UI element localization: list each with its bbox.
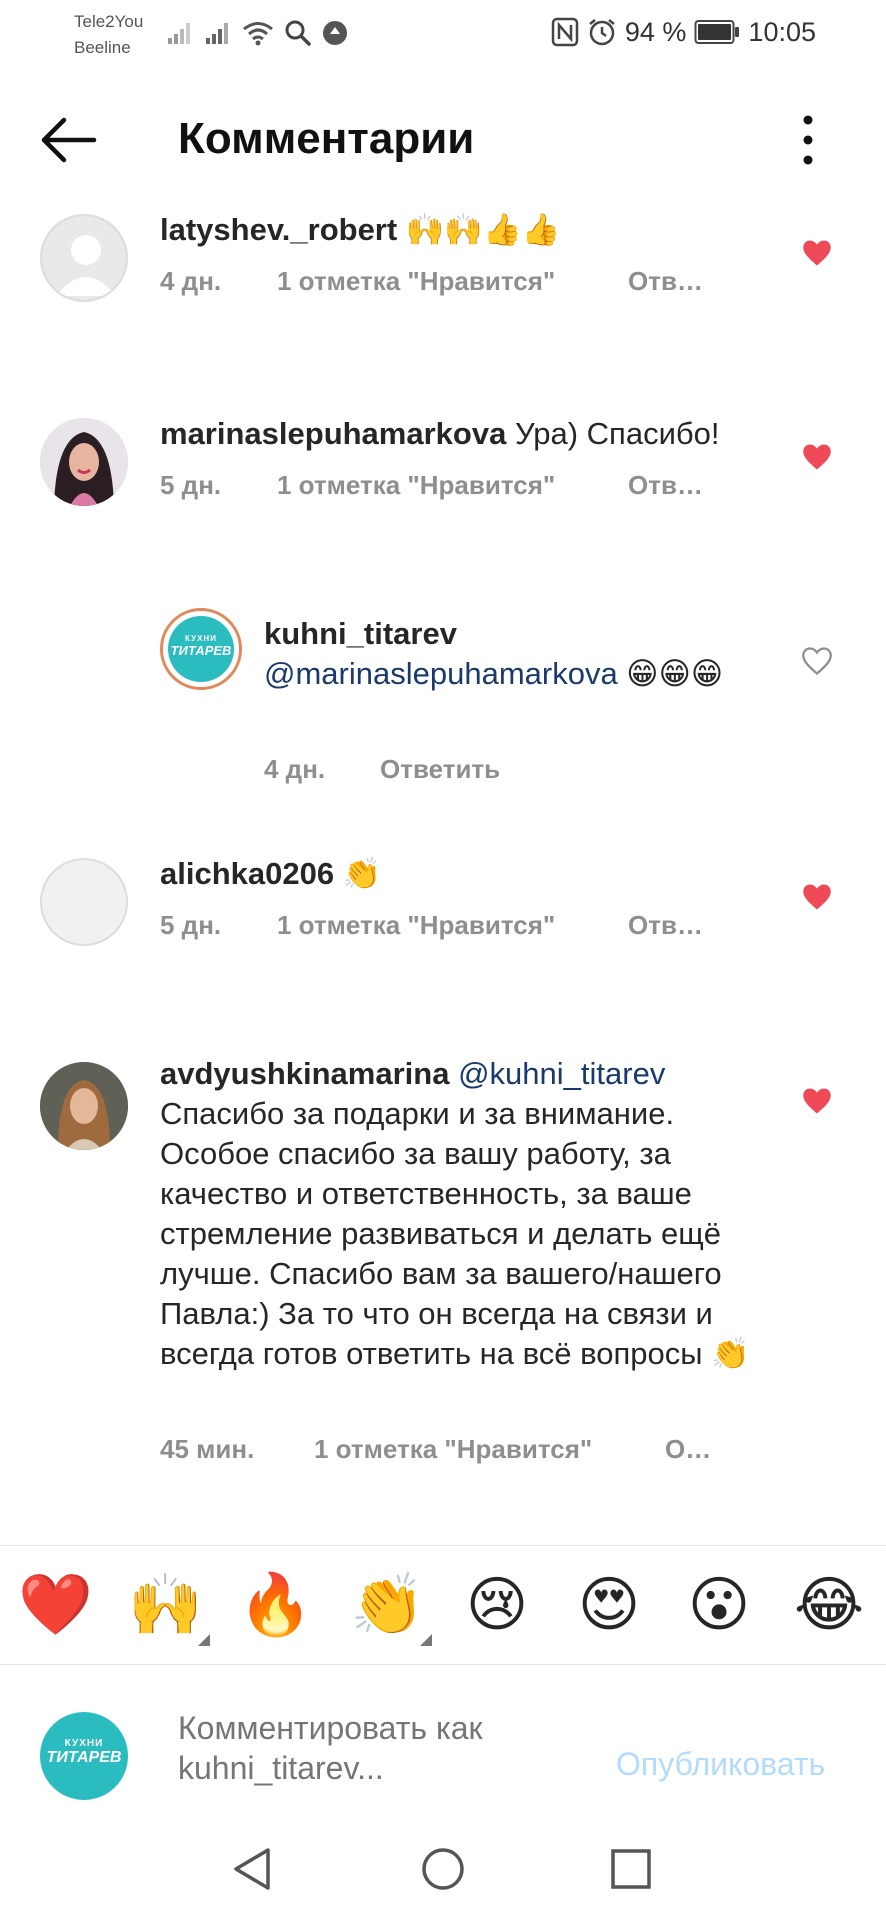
comment-username[interactable]: marinaslepuhamarkova [160, 416, 506, 451]
clock: 10:05 [748, 16, 816, 47]
comment-content: 😁😁😁 [617, 656, 724, 691]
reaction-raised-hands-icon[interactable]: 🙌 [128, 1568, 210, 1646]
user-photo-icon [40, 418, 128, 506]
comment-likes-count[interactable]: 1 отметка "Нравится" [314, 1434, 665, 1465]
signal-1-icon [168, 23, 190, 44]
brand-avatar-text-2: ТИТАРЕВ [170, 643, 232, 658]
composer-avatar: КУХНИ ТИТАРЕВ [40, 1712, 128, 1800]
comment-text: avdyushkinamarina @kuhni_titarev Спасибо… [160, 1054, 770, 1374]
status-icons-right: 94 % 10:05 [551, 14, 816, 50]
battery-percent: 94 % [624, 16, 687, 47]
comment-likes-count[interactable]: 1 отметка "Нравится" [277, 910, 628, 941]
reaction-crying-icon[interactable]: 😢 [460, 1568, 534, 1642]
avatar[interactable] [40, 214, 128, 302]
comment-username[interactable]: alichka0206 [160, 856, 334, 891]
composer-avatar-text-1: КУХНИ [64, 1738, 104, 1749]
comment-reply-button[interactable]: Отв… [628, 470, 703, 501]
heart-filled-icon[interactable] [802, 1086, 832, 1116]
page-title: Комментарии [178, 114, 475, 163]
comment-reply-button[interactable]: Ответить [380, 754, 500, 785]
comment-content: Спасибо за подарки и за внимание. Особое… [160, 1096, 750, 1371]
header: Комментарии [0, 100, 886, 180]
comment-text: marinaslepuhamarkova Ура) Спасибо! [160, 414, 780, 454]
comment-username[interactable]: kuhni_titarev [264, 614, 764, 654]
reaction-raised-hands-glyph: 🙌 [128, 1571, 203, 1638]
skin-tone-indicator [420, 1634, 432, 1646]
comment-mention[interactable]: @marinaslepuhamarkova [264, 656, 618, 691]
comment-meta: 4 дн. 1 отметка "Нравится" Отв… [160, 266, 703, 297]
comment-text: latyshev._robert 🙌🙌👍👍 [160, 210, 780, 250]
carrier-2-label: Beeline [74, 38, 131, 57]
reaction-fire-icon[interactable]: 🔥 [238, 1568, 313, 1642]
comment-text: alichka0206 👏 [160, 854, 780, 894]
comment-reply-button[interactable]: Отв… [628, 910, 703, 941]
heart-filled-icon[interactable] [802, 442, 832, 472]
comment-time: 5 дн. [160, 470, 222, 500]
search-icon [285, 20, 311, 46]
status-icons-left [166, 16, 348, 50]
comment-username[interactable]: avdyushkinamarina [160, 1056, 449, 1091]
brand-avatar-text-1: КУХНИ [185, 634, 217, 643]
wifi-icon [243, 22, 273, 46]
comment-time: 45 мин. [160, 1434, 255, 1464]
comment-time: 5 дн. [160, 910, 222, 940]
comment-content: Ура) Спасибо! [506, 416, 720, 451]
comment-content: 🙌🙌👍👍 [397, 212, 561, 247]
comment-input[interactable] [178, 1708, 598, 1798]
heart-filled-icon[interactable] [802, 238, 832, 268]
default-avatar-icon [56, 235, 116, 296]
comment-meta: 45 мин. 1 отметка "Нравится" О… [160, 1434, 711, 1465]
alarm-icon [589, 19, 615, 46]
comment-reply-button[interactable]: Отв… [628, 266, 703, 297]
upload-icon [323, 21, 347, 45]
avatar[interactable] [40, 858, 128, 946]
comment-text: kuhni_titarev @marinaslepuhamarkova 😁😁😁 [264, 614, 764, 694]
comment-username[interactable]: latyshev._robert [160, 212, 397, 247]
avatar[interactable] [40, 1062, 128, 1150]
brand-avatar[interactable]: КУХНИ ТИТАРЕВ [160, 608, 242, 690]
reaction-bar: ❤️ 🙌 🔥 👏 😢 😍 😮 😂 [0, 1545, 886, 1665]
more-options-icon[interactable] [790, 112, 826, 168]
comment-meta: 5 дн. 1 отметка "Нравится" Отв… [160, 470, 703, 501]
battery-icon [694, 20, 740, 44]
carrier-1-label: Tele2You [74, 12, 144, 31]
reaction-clap-icon[interactable]: 👏 [350, 1568, 432, 1646]
comment-reply-button[interactable]: О… [665, 1434, 711, 1465]
skin-tone-indicator [198, 1634, 210, 1646]
signal-2-icon [206, 23, 228, 44]
avatar[interactable] [40, 418, 128, 506]
nav-back-icon[interactable] [226, 1842, 280, 1896]
nfc-icon [551, 17, 579, 47]
comment-meta: 5 дн. 1 отметка "Нравится" Отв… [160, 910, 703, 941]
reaction-heart-eyes-icon[interactable]: 😍 [572, 1568, 646, 1642]
system-nav-bar [0, 1820, 886, 1920]
nav-home-icon[interactable] [416, 1842, 470, 1896]
back-arrow-icon[interactable] [38, 114, 98, 166]
comment-content: 👏 [334, 856, 382, 891]
comment-mention[interactable]: @kuhni_titarev [449, 1056, 665, 1091]
reaction-clap-glyph: 👏 [350, 1571, 425, 1638]
status-bar: Tele2You Beeline 94 % 10:05 [0, 0, 886, 70]
comment-time: 4 дн. [160, 266, 222, 296]
reaction-surprised-icon[interactable]: 😮 [682, 1568, 756, 1642]
nav-recents-icon[interactable] [604, 1842, 658, 1896]
heart-filled-icon[interactable] [802, 882, 832, 912]
heart-outline-icon[interactable] [802, 646, 832, 676]
comment-likes-count[interactable]: 1 отметка "Нравится" [277, 470, 628, 501]
composer-avatar-text-2: ТИТАРЕВ [46, 1749, 122, 1766]
comment-likes-count[interactable]: 1 отметка "Нравится" [277, 266, 628, 297]
comment-time: 4 дн. [264, 754, 326, 784]
publish-button[interactable]: Опубликовать [616, 1746, 825, 1783]
comment-meta: 4 дн. Ответить [264, 754, 500, 785]
user-photo-icon [40, 1062, 128, 1150]
reaction-heart-icon[interactable]: ❤️ [18, 1568, 93, 1642]
reaction-laughing-icon[interactable]: 😂 [792, 1568, 866, 1642]
